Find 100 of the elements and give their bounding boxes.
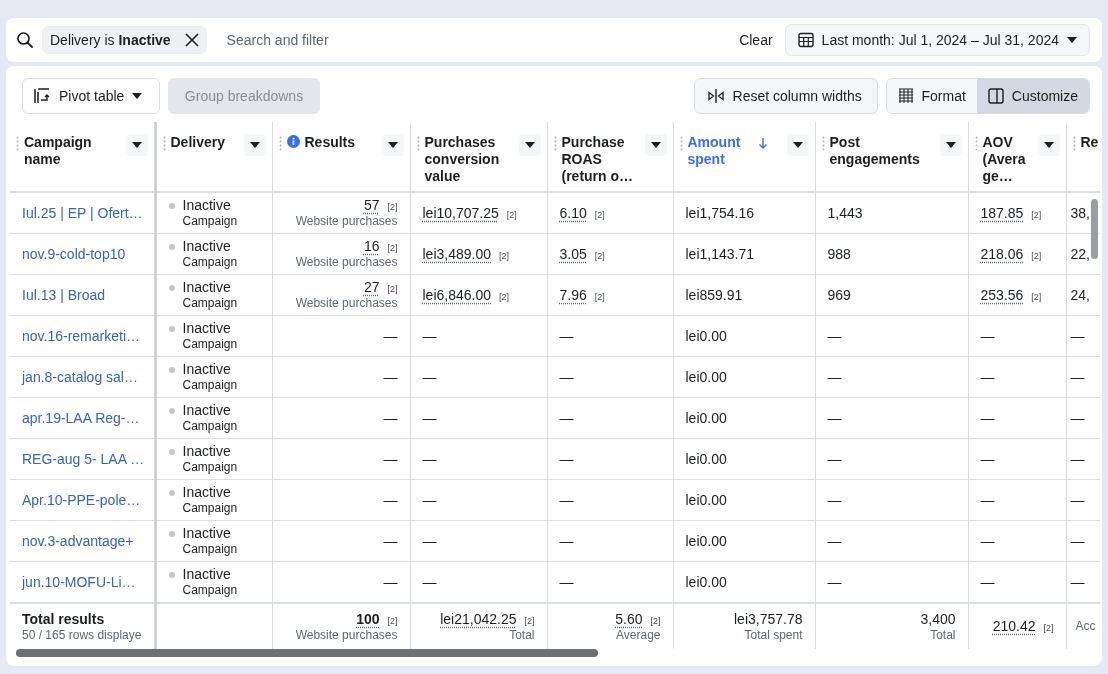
cell-value: lei0.00 [685, 409, 727, 427]
column-header[interactable]: Purchases conversion value [424, 134, 514, 185]
pivot-icon [33, 87, 51, 105]
column-menu-button[interactable] [381, 134, 404, 156]
column-menu-button[interactable] [518, 134, 541, 156]
campaign-link[interactable]: Apr.10-PPE-pole… [22, 492, 141, 508]
caret-icon [131, 142, 142, 148]
cell-value: — [1070, 573, 1085, 591]
column-header[interactable]: Campaign name [24, 134, 121, 168]
filter-chip[interactable]: Delivery is Inactive [42, 26, 207, 54]
column-menu-button[interactable] [644, 134, 667, 156]
campaign-link[interactable]: REG-aug 5- LAA … [22, 451, 145, 467]
cell-caption: Website purchases [295, 296, 398, 311]
status-text: Inactive [182, 484, 232, 501]
cell-value: — [559, 573, 574, 591]
reset-column-widths-button[interactable]: Reset column widths [693, 78, 878, 114]
cell-value: — [559, 532, 574, 550]
cell-value: 27 [363, 279, 380, 296]
campaign-link[interactable]: jan.8-catalog sal… [22, 369, 138, 385]
cell-value: 218.06 [980, 245, 1024, 263]
column-header[interactable]: Post engagements [829, 134, 935, 168]
cell-value: 38, [1070, 204, 1090, 222]
column-menu-button[interactable] [243, 134, 266, 156]
cell-value: — [559, 368, 574, 386]
cell-value: 3.05 [559, 245, 587, 263]
status-dot-icon [168, 203, 175, 209]
cell-value: — [422, 327, 437, 345]
status-text: Inactive [182, 279, 232, 296]
sort-arrow-icon [757, 137, 768, 149]
vertical-scrollbar[interactable] [1091, 199, 1098, 259]
grip-icon[interactable] [974, 136, 978, 152]
campaign-link[interactable]: jun.10-MOFU-Li… [22, 574, 136, 590]
cell-value: lei859.91 [685, 286, 743, 304]
campaign-link[interactable]: Iul.25 | EP | Ofert… [22, 205, 143, 221]
column-header[interactable]: Amount spent [687, 134, 745, 168]
footnote-marker: [2] [524, 615, 535, 626]
cell-value: 253.56 [980, 286, 1024, 304]
cell-value: 16 [363, 238, 380, 255]
cell-value: — [827, 532, 842, 550]
cell-value: — [827, 327, 842, 345]
grip-icon[interactable] [278, 136, 282, 152]
grip-icon[interactable] [162, 136, 166, 152]
campaign-link[interactable]: apr.19-LAA Reg-… [22, 410, 140, 426]
cell-value: — [1070, 450, 1085, 468]
grip-icon[interactable] [16, 136, 19, 152]
grip-icon[interactable] [416, 136, 420, 152]
calendar-icon [797, 32, 814, 48]
cell-value: lei10,707.25 [422, 204, 499, 222]
cell-value: 22, [1070, 245, 1090, 263]
footnote-marker: [2] [594, 250, 605, 261]
format-button[interactable]: Format [886, 79, 977, 113]
cell-caption: Campaign [182, 460, 238, 475]
close-icon[interactable] [184, 33, 199, 47]
cell-caption: Campaign [182, 255, 238, 270]
grip-icon[interactable] [553, 136, 557, 152]
cell-value: — [559, 450, 574, 468]
column-header[interactable]: Purchase ROAS (return o… [561, 134, 640, 185]
footnote-marker: [2] [387, 202, 398, 212]
campaign-link[interactable]: nov.3-advantage+ [22, 533, 134, 549]
cell-value: 1,443 [827, 204, 863, 222]
column-menu-button[interactable] [125, 134, 148, 156]
column-menu-button[interactable] [939, 134, 962, 156]
search-field[interactable]: Search and filter [224, 31, 469, 49]
cell-value: lei1,754.16 [685, 204, 754, 222]
footnote-marker: [2] [1031, 291, 1042, 302]
column-header[interactable]: AOV (Avera ge… [982, 134, 1033, 185]
cell-value: 24, [1070, 286, 1090, 304]
total-caption: Total spent [744, 627, 803, 643]
column-menu-button[interactable] [1037, 134, 1060, 156]
grip-icon[interactable] [821, 136, 825, 152]
customize-button[interactable]: Customize [976, 79, 1089, 113]
cell-value: — [422, 532, 437, 550]
cell-value: — [827, 450, 842, 468]
status-dot-icon [168, 449, 175, 455]
footnote-marker: [2] [387, 284, 398, 294]
footnote-marker: [2] [1031, 209, 1042, 220]
cell-caption: Campaign [182, 419, 238, 434]
campaign-link[interactable]: Iul.13 | Broad [22, 287, 106, 303]
cell-value: — [559, 409, 574, 427]
clear-button[interactable]: Clear [735, 28, 777, 52]
caret-icon [387, 142, 398, 148]
cell-value: — [827, 409, 842, 427]
horizontal-scrollbar[interactable] [16, 649, 598, 657]
grip-icon[interactable] [679, 136, 683, 152]
campaign-link[interactable]: nov.9-cold-top10 [22, 246, 126, 262]
pivot-table-button[interactable]: Pivot table [22, 78, 160, 114]
footnote-marker: [2] [1043, 623, 1054, 633]
grip-icon[interactable] [1072, 136, 1076, 152]
cell-value: lei0.00 [685, 368, 727, 386]
status-text: Inactive [182, 361, 232, 378]
column-menu-button[interactable] [786, 134, 809, 156]
caret-icon [524, 142, 535, 148]
cell-value: — [980, 532, 995, 550]
info-icon[interactable] [286, 135, 300, 148]
column-header[interactable]: Results [304, 134, 377, 151]
campaign-link[interactable]: nov.16-remarketi… [22, 328, 140, 344]
cell-value: — [827, 573, 842, 591]
date-range-button[interactable]: Last month: Jul 1, 2024 – Jul 31, 2024 [784, 24, 1090, 56]
total-caption: Average [616, 627, 661, 643]
column-header[interactable]: Delivery [170, 134, 239, 151]
